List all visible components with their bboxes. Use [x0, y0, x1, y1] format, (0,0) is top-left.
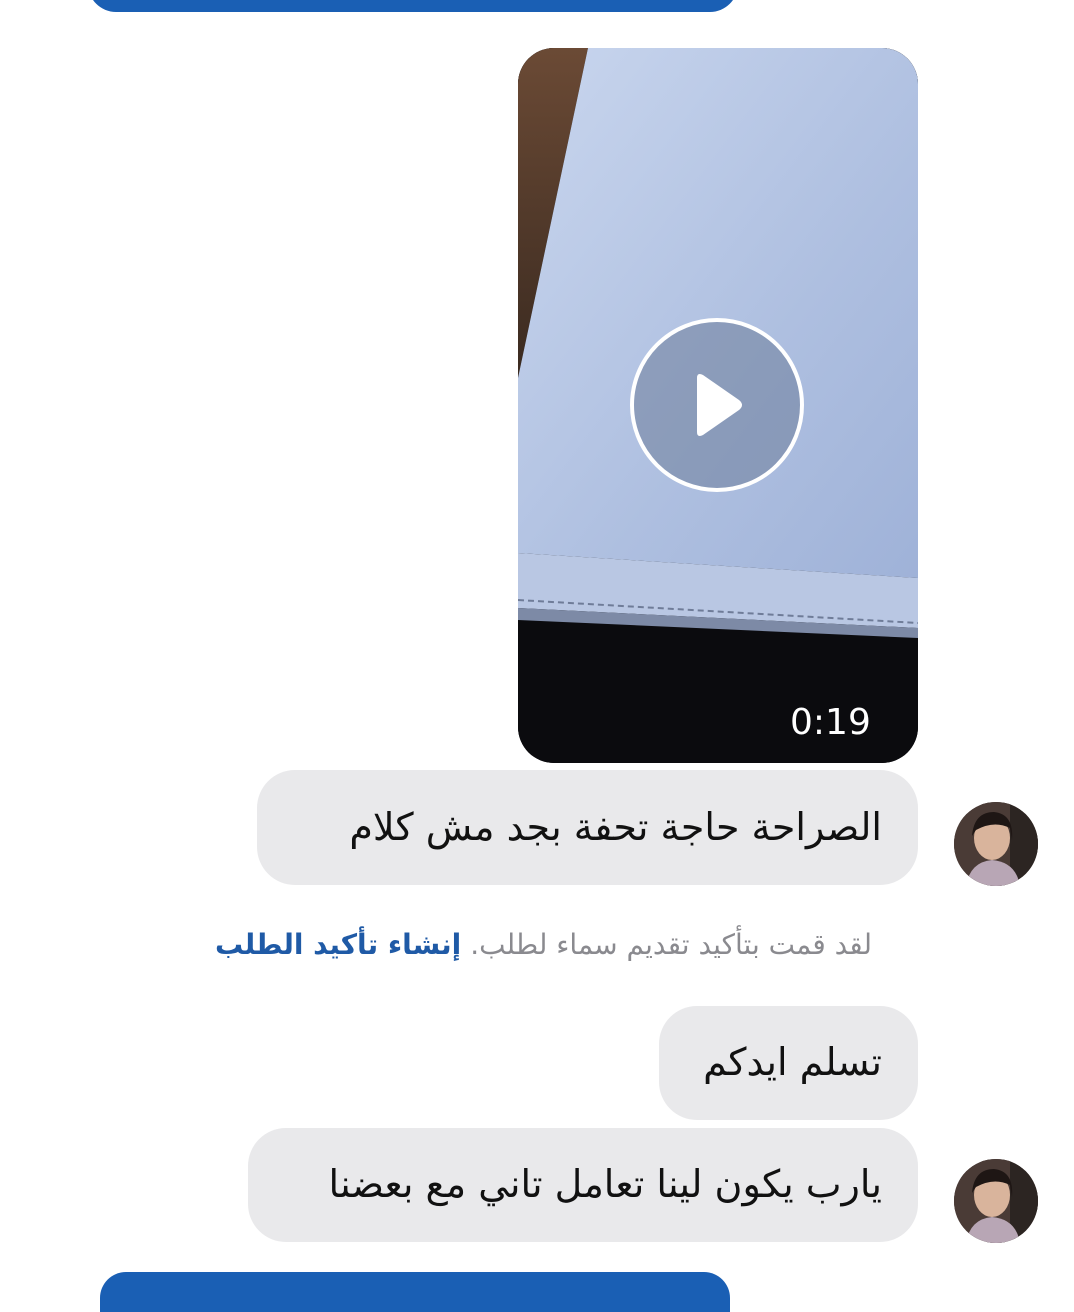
avatar[interactable]	[954, 802, 1038, 886]
message-bubble[interactable]: يارب يكون لينا تعامل تاني مع بعضنا	[248, 1128, 918, 1242]
message-text: الصراحة حاجة تحفة بجد مش كلام	[349, 804, 882, 849]
message-text: تسلم ايدكم	[703, 1040, 882, 1085]
next-message-bubble	[100, 1272, 730, 1312]
previous-message-bubble	[88, 0, 738, 12]
contact-avatar-image	[954, 802, 1038, 886]
create-order-confirmation-link[interactable]: إنشاء تأكيد الطلب	[215, 928, 461, 961]
order-confirmation-note: لقد قمت بتأكيد تقديم سماء لطلب. إنشاء تأ…	[150, 928, 872, 961]
message-text: يارب يكون لينا تعامل تاني مع بعضنا	[328, 1162, 882, 1207]
avatar[interactable]	[954, 1159, 1038, 1243]
message-bubble[interactable]: تسلم ايدكم	[659, 1006, 918, 1120]
play-button[interactable]	[630, 318, 804, 492]
play-icon	[697, 374, 742, 436]
contact-avatar-image	[954, 1159, 1038, 1243]
message-bubble[interactable]: الصراحة حاجة تحفة بجد مش كلام	[257, 770, 918, 885]
system-note-text: لقد قمت بتأكيد تقديم سماء لطلب.	[470, 928, 872, 961]
video-duration: 0:19	[790, 702, 871, 743]
